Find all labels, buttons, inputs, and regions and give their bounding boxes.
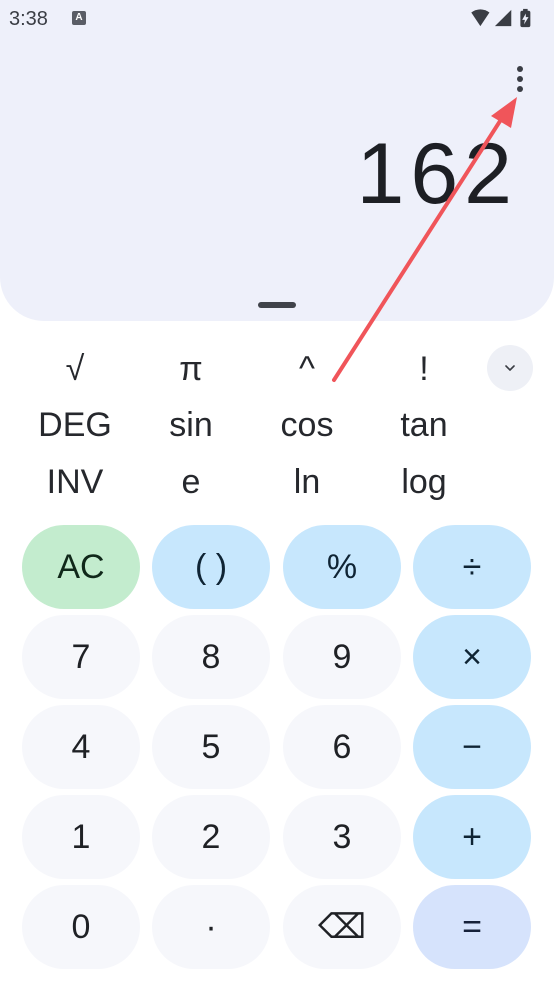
sci-key-deg[interactable]: DEG bbox=[17, 402, 133, 448]
status-time: 3:38 bbox=[9, 8, 48, 30]
backspace-button[interactable]: ⌫ bbox=[283, 885, 401, 969]
display-panel: 3:38 A 162 bbox=[0, 0, 554, 321]
multiply-button[interactable]: × bbox=[413, 615, 531, 699]
sci-key-cos[interactable]: cos bbox=[249, 402, 365, 448]
digit-7-button[interactable]: 7 bbox=[22, 615, 140, 699]
subtract-button[interactable]: − bbox=[413, 705, 531, 789]
sci-key-log[interactable]: log bbox=[366, 459, 482, 505]
more-vert-icon[interactable] bbox=[510, 66, 530, 96]
add-button[interactable]: + bbox=[413, 795, 531, 879]
result-display: 162 bbox=[356, 126, 518, 222]
sci-key-factorial[interactable]: ! bbox=[366, 346, 482, 392]
battery-icon bbox=[520, 8, 531, 28]
digit-3-button[interactable]: 3 bbox=[283, 795, 401, 879]
sci-key-inv[interactable]: INV bbox=[17, 459, 133, 505]
sci-key-ln[interactable]: ln bbox=[249, 459, 365, 505]
digit-9-button[interactable]: 9 bbox=[283, 615, 401, 699]
equals-button[interactable]: = bbox=[413, 885, 531, 969]
collapse-button[interactable] bbox=[487, 345, 533, 391]
chevron-down-icon bbox=[505, 365, 515, 371]
clear-button[interactable]: AC bbox=[22, 525, 140, 609]
digit-1-button[interactable]: 1 bbox=[22, 795, 140, 879]
digit-2-button[interactable]: 2 bbox=[152, 795, 270, 879]
sci-key-sqrt[interactable]: √ bbox=[17, 346, 133, 392]
decimal-button[interactable]: · bbox=[152, 885, 270, 969]
divide-button[interactable]: ÷ bbox=[413, 525, 531, 609]
wifi-icon bbox=[471, 9, 490, 27]
digit-4-button[interactable]: 4 bbox=[22, 705, 140, 789]
sci-key-pi[interactable]: π bbox=[133, 346, 249, 392]
status-icons bbox=[471, 8, 531, 28]
digit-6-button[interactable]: 6 bbox=[283, 705, 401, 789]
digit-0-button[interactable]: 0 bbox=[22, 885, 140, 969]
signal-icon bbox=[494, 9, 512, 27]
parentheses-button[interactable]: ( ) bbox=[152, 525, 270, 609]
digit-8-button[interactable]: 8 bbox=[152, 615, 270, 699]
sci-key-tan[interactable]: tan bbox=[366, 402, 482, 448]
sci-key-sin[interactable]: sin bbox=[133, 402, 249, 448]
drag-handle[interactable] bbox=[258, 302, 296, 308]
percent-button[interactable]: % bbox=[283, 525, 401, 609]
sci-key-power[interactable]: ^ bbox=[249, 346, 365, 392]
sci-key-e[interactable]: e bbox=[133, 459, 249, 505]
digit-5-button[interactable]: 5 bbox=[152, 705, 270, 789]
a-icon: A bbox=[72, 11, 86, 25]
